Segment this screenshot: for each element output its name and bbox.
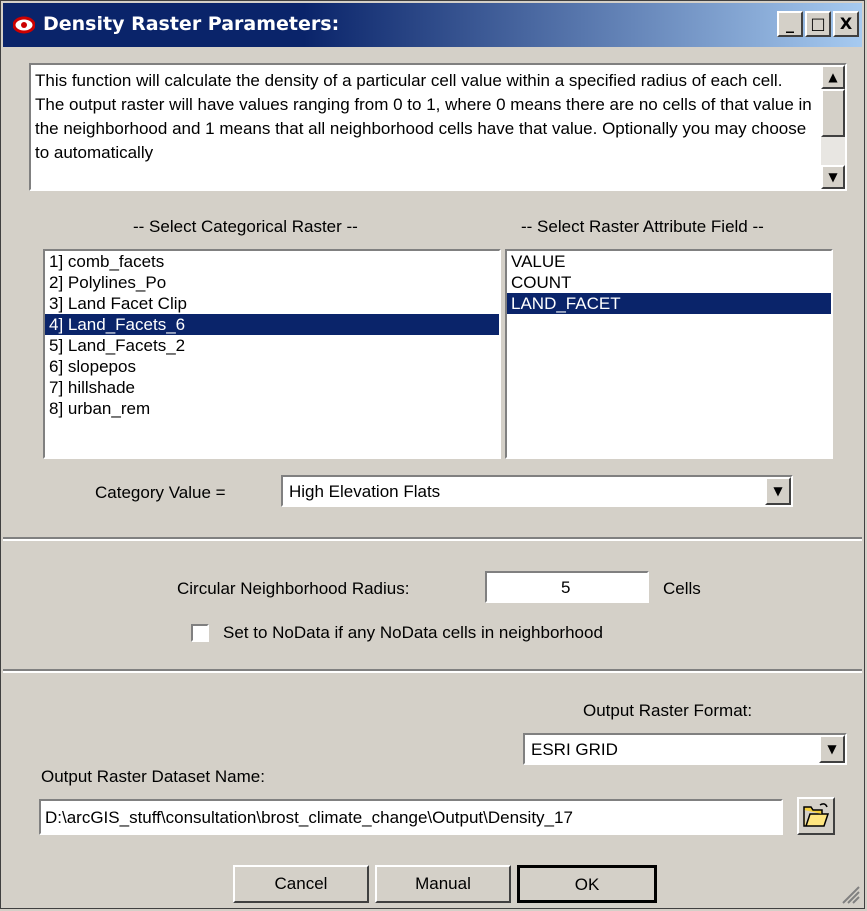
output-name-input[interactable]: D:\arcGIS_stuff\consultation\brost_clima… bbox=[39, 799, 783, 835]
scroll-up-icon[interactable]: ▲ bbox=[821, 65, 845, 89]
list-item[interactable]: 1] comb_facets bbox=[45, 251, 499, 272]
output-name-label: Output Raster Dataset Name: bbox=[41, 767, 265, 786]
title-bar[interactable]: Density Raster Parameters: _ □ X bbox=[3, 3, 862, 47]
window-title: Density Raster Parameters: bbox=[43, 13, 340, 35]
radius-value: 5 bbox=[561, 578, 571, 597]
open-folder-button[interactable] bbox=[797, 797, 835, 835]
format-value: ESRI GRID bbox=[531, 740, 618, 759]
divider bbox=[3, 669, 862, 673]
cancel-button[interactable]: Cancel bbox=[233, 865, 369, 903]
category-label: Category Value = bbox=[95, 483, 226, 502]
format-select[interactable]: ESRI GRID ▼ bbox=[523, 733, 847, 765]
dialog-window: Density Raster Parameters: _ □ X This fu… bbox=[0, 0, 865, 909]
description-textarea[interactable]: This function will calculate the density… bbox=[29, 63, 847, 191]
field-list-header: -- Select Raster Attribute Field -- bbox=[521, 217, 764, 236]
list-item[interactable]: COUNT bbox=[507, 272, 831, 293]
description-scrollbar[interactable]: ▲ ▼ bbox=[821, 65, 845, 189]
raster-listbox[interactable]: 1] comb_facets 2] Polylines_Po 3] Land Fac… bbox=[43, 249, 501, 459]
field-listbox[interactable]: VALUE COUNT LAND_FACET bbox=[505, 249, 833, 459]
list-item[interactable]: 7] hillshade bbox=[45, 377, 499, 398]
format-label: Output Raster Format: bbox=[583, 701, 753, 720]
list-item[interactable]: 8] urban_rem bbox=[45, 398, 499, 419]
nodata-checkbox[interactable] bbox=[191, 624, 209, 642]
divider bbox=[3, 537, 862, 541]
raster-list-header: -- Select Categorical Raster -- bbox=[133, 217, 358, 236]
list-item[interactable]: 6] slopepos bbox=[45, 356, 499, 377]
minimize-button[interactable]: _ bbox=[777, 11, 803, 37]
list-item[interactable]: LAND_FACET bbox=[507, 293, 831, 314]
list-item[interactable]: 4] Land_Facets_6 bbox=[45, 314, 499, 335]
ok-button[interactable]: OK bbox=[517, 865, 657, 903]
open-folder-icon bbox=[803, 803, 830, 827]
chevron-down-icon[interactable]: ▼ bbox=[819, 735, 845, 763]
manual-button[interactable]: Manual bbox=[375, 865, 511, 903]
nodata-label: Set to NoData if any NoData cells in nei… bbox=[223, 623, 603, 642]
category-select[interactable]: High Elevation Flats ▼ bbox=[281, 475, 793, 507]
list-item[interactable]: 2] Polylines_Po bbox=[45, 272, 499, 293]
output-name-value: D:\arcGIS_stuff\consultation\brost_clima… bbox=[45, 808, 573, 827]
close-button[interactable]: X bbox=[833, 11, 859, 37]
list-item[interactable]: 5] Land_Facets_2 bbox=[45, 335, 499, 356]
radius-units: Cells bbox=[663, 579, 701, 598]
app-eye-icon bbox=[13, 16, 35, 34]
description-text: This function will calculate the density… bbox=[35, 71, 812, 162]
list-item[interactable]: 3] Land Facet Clip bbox=[45, 293, 499, 314]
scroll-down-icon[interactable]: ▼ bbox=[821, 165, 845, 189]
radius-input[interactable]: 5 bbox=[485, 571, 649, 603]
resize-grip-icon[interactable] bbox=[841, 885, 861, 905]
list-item[interactable]: VALUE bbox=[507, 251, 831, 272]
chevron-down-icon[interactable]: ▼ bbox=[765, 477, 791, 505]
maximize-button[interactable]: □ bbox=[805, 11, 831, 37]
scroll-thumb[interactable] bbox=[821, 89, 845, 137]
category-value: High Elevation Flats bbox=[289, 482, 441, 501]
radius-label: Circular Neighborhood Radius: bbox=[177, 579, 410, 598]
